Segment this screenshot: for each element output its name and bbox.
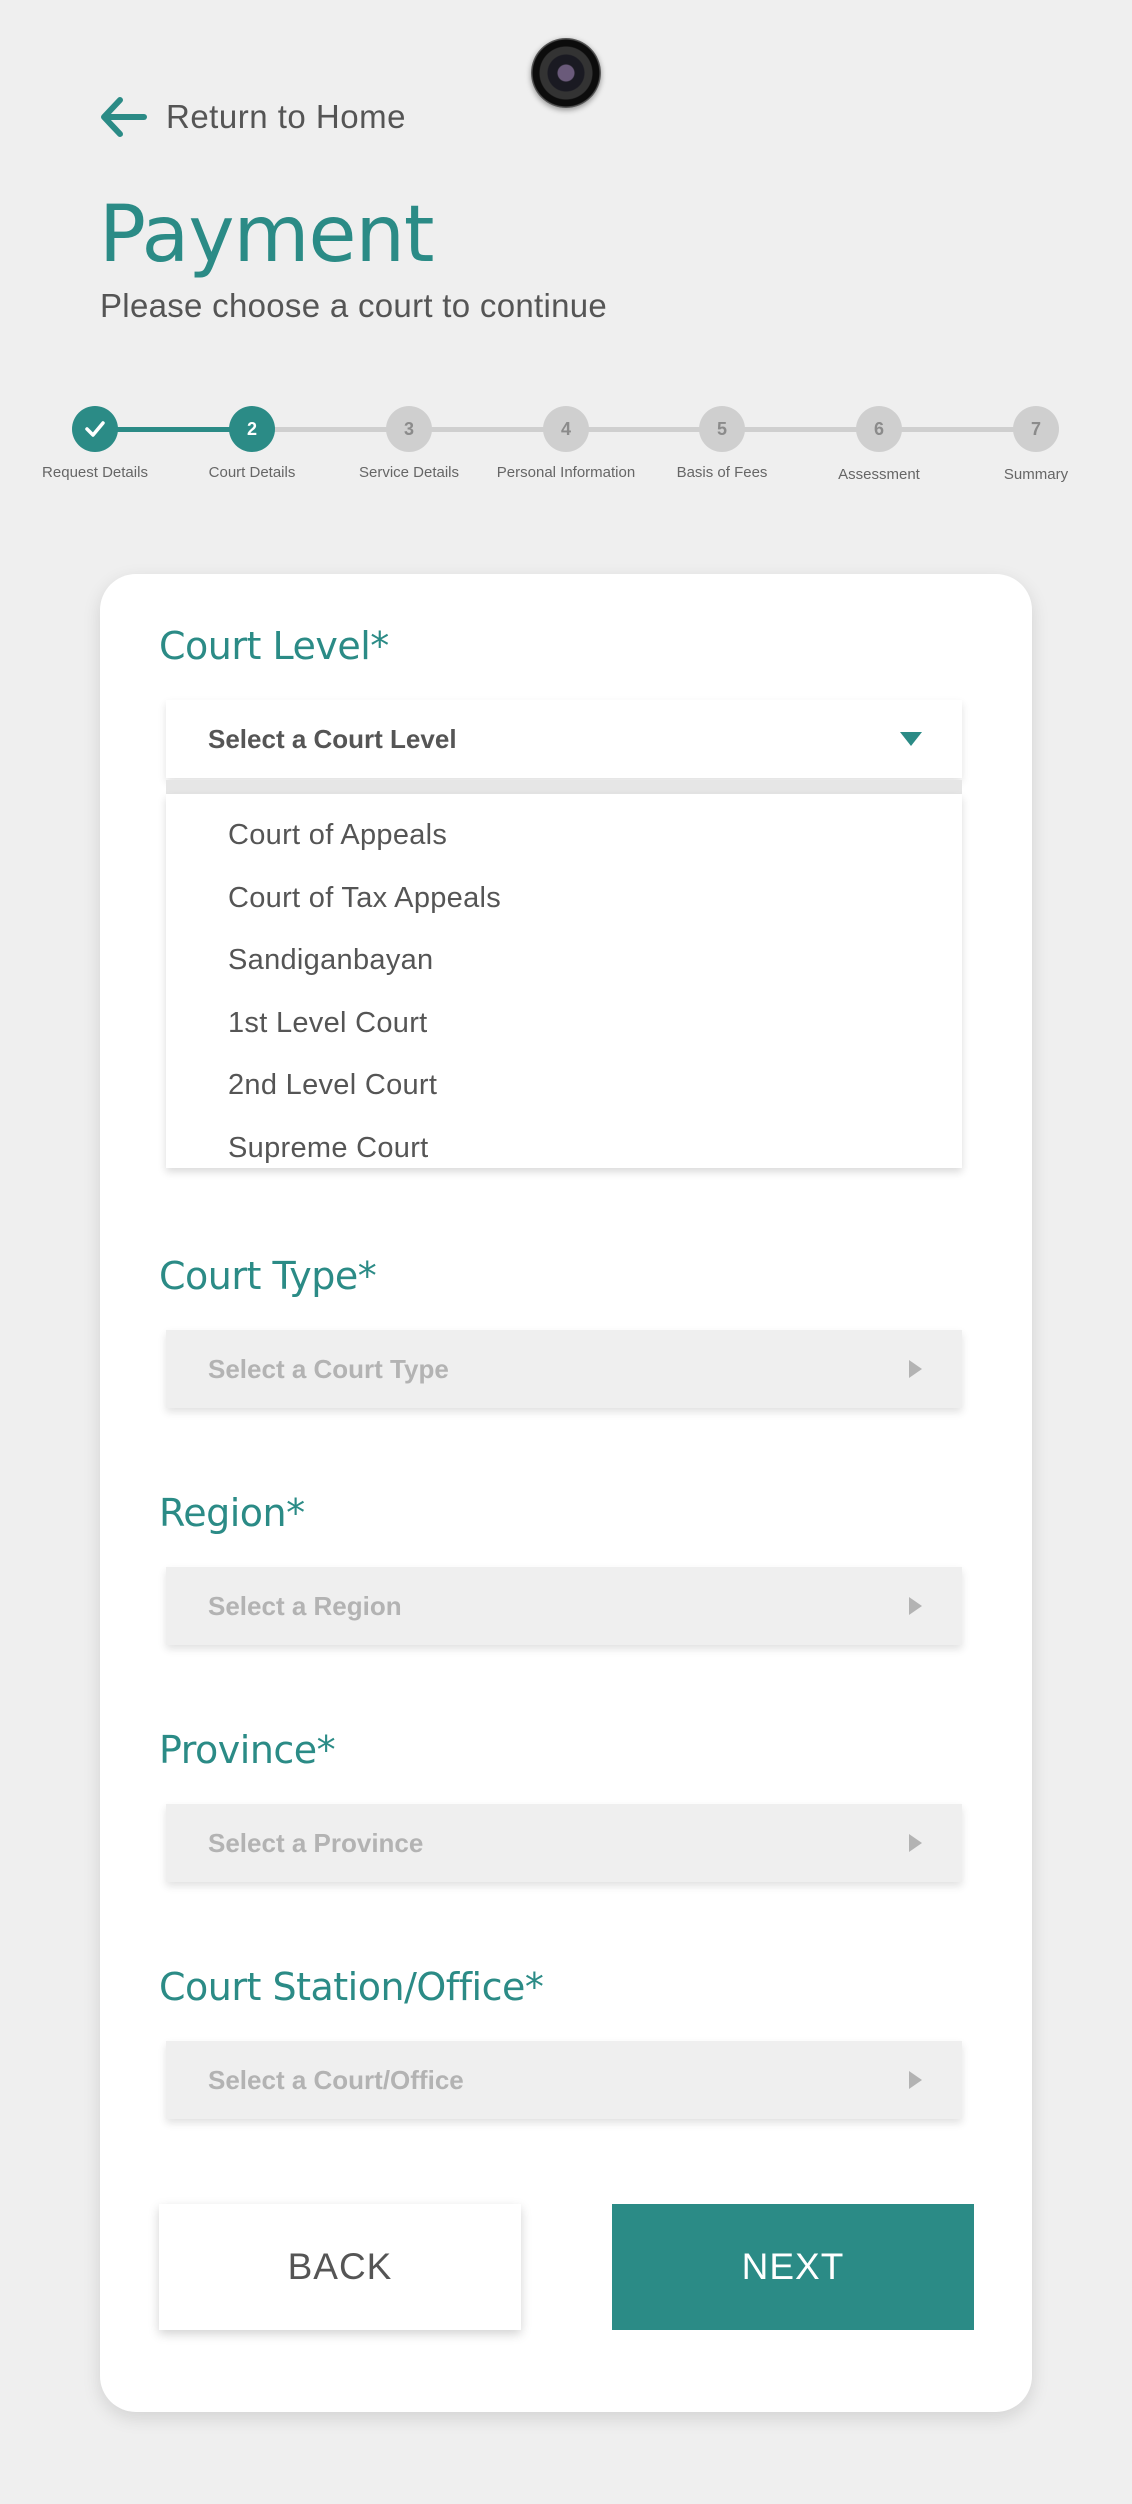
caret-right-icon bbox=[909, 2071, 922, 2089]
step-connector bbox=[252, 427, 1036, 432]
court-level-dropdown: Court of Appeals Court of Tax Appeals Sa… bbox=[166, 794, 962, 1168]
step-6-label: Assessment bbox=[838, 466, 920, 483]
option-sandiganbayan[interactable]: Sandiganbayan bbox=[166, 929, 962, 992]
return-label: Return to Home bbox=[166, 98, 406, 135]
court-station-placeholder: Select a Court/Office bbox=[208, 2064, 464, 2095]
province-label: Province* bbox=[159, 1728, 336, 1772]
court-level-select[interactable]: Select a Court Level bbox=[166, 700, 962, 778]
camera-icon bbox=[531, 38, 601, 108]
option-court-of-tax-appeals[interactable]: Court of Tax Appeals bbox=[166, 867, 962, 930]
option-1st-level-court[interactable]: 1st Level Court bbox=[166, 992, 962, 1055]
province-select[interactable]: Select a Province bbox=[166, 1804, 962, 1882]
option-supreme-court[interactable]: Supreme Court bbox=[166, 1117, 962, 1180]
back-button[interactable]: BACK bbox=[159, 2204, 521, 2330]
step-7-circle: 7 bbox=[1013, 406, 1059, 452]
step-1-label: Request Details bbox=[42, 464, 148, 481]
province-placeholder: Select a Province bbox=[208, 1827, 424, 1858]
dropdown-divider bbox=[166, 780, 962, 794]
court-type-placeholder: Select a Court Type bbox=[208, 1353, 449, 1384]
region-placeholder: Select a Region bbox=[208, 1590, 402, 1621]
arrow-left-icon bbox=[101, 97, 147, 137]
step-3-label: Service Details bbox=[358, 464, 460, 481]
step-5-circle: 5 bbox=[699, 406, 745, 452]
court-type-select[interactable]: Select a Court Type bbox=[166, 1330, 962, 1408]
step-5-label: Basis of Fees bbox=[676, 464, 768, 481]
option-court-of-appeals[interactable]: Court of Appeals bbox=[166, 804, 962, 867]
step-6-circle: 6 bbox=[856, 406, 902, 452]
region-label: Region* bbox=[159, 1491, 305, 1535]
option-2nd-level-court[interactable]: 2nd Level Court bbox=[166, 1054, 962, 1117]
region-select[interactable]: Select a Region bbox=[166, 1567, 962, 1645]
court-form-card: Court Level* Select a Court Level Court … bbox=[100, 574, 1032, 2412]
progress-stepper: Request Details 2 Court Details 3 Servic… bbox=[0, 402, 1132, 492]
caret-down-icon bbox=[900, 732, 922, 746]
page-title: Payment bbox=[99, 190, 434, 280]
caret-right-icon bbox=[909, 1360, 922, 1378]
court-station-select[interactable]: Select a Court/Office bbox=[166, 2041, 962, 2119]
court-type-label: Court Type* bbox=[159, 1254, 377, 1298]
court-level-placeholder: Select a Court Level bbox=[208, 723, 457, 754]
page-subtitle: Please choose a court to continue bbox=[100, 287, 608, 324]
court-level-label: Court Level* bbox=[159, 624, 389, 668]
court-station-label: Court Station/Office* bbox=[159, 1965, 544, 2009]
checkmark-icon bbox=[85, 421, 105, 437]
step-2-label: Court Details bbox=[208, 464, 296, 481]
step-2-circle: 2 bbox=[229, 406, 275, 452]
caret-right-icon bbox=[909, 1597, 922, 1615]
caret-right-icon bbox=[909, 1834, 922, 1852]
step-4-label: Personal Information bbox=[496, 464, 636, 481]
step-4-circle: 4 bbox=[543, 406, 589, 452]
next-button[interactable]: NEXT bbox=[612, 2204, 974, 2330]
return-to-home-link[interactable]: Return to Home bbox=[98, 92, 406, 142]
step-1-circle bbox=[72, 406, 118, 452]
step-3-circle: 3 bbox=[386, 406, 432, 452]
step-7-label: Summary bbox=[1003, 466, 1069, 483]
